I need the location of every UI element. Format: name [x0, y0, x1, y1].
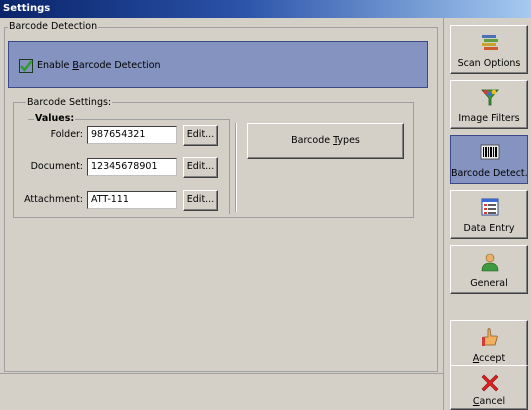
attachment-label: Attachment: — [24, 194, 83, 205]
barcode-types-button[interactable]: Barcode Types — [247, 123, 404, 159]
cancel-x-icon — [481, 374, 499, 392]
accept-button[interactable]: Accept — [450, 320, 528, 369]
barcode-settings-legend: Barcode Settings: — [26, 97, 113, 108]
sidebar-item-general[interactable]: General — [450, 245, 528, 294]
sidebar-item-image-filters[interactable]: Image Filters — [450, 80, 528, 129]
document-value-input[interactable]: 12345678901 — [87, 158, 177, 176]
attachment-edit-button[interactable]: Edit... — [183, 190, 218, 211]
bottom-divider — [0, 373, 443, 374]
enable-barcode-detection-option[interactable]: Enable Barcode Detection — [8, 41, 428, 88]
checkmark-icon[interactable] — [19, 59, 33, 73]
window-title: Settings — [3, 3, 51, 14]
cancel-button[interactable]: Cancel — [450, 365, 528, 410]
folder-value-input[interactable]: 987654321 — [87, 126, 177, 144]
attachment-value-input[interactable]: ATT-111 — [87, 191, 177, 209]
document-edit-button[interactable]: Edit... — [183, 157, 218, 178]
scan-options-icon — [482, 35, 498, 50]
sidebar-item-data-entry[interactable]: Data Entry — [450, 190, 528, 239]
data-entry-icon — [481, 198, 499, 216]
vertical-divider — [235, 123, 237, 212]
folder-edit-button[interactable]: Edit... — [183, 125, 218, 146]
general-user-icon — [481, 253, 499, 272]
image-filters-icon — [481, 89, 499, 106]
settings-main-pane: Barcode Detection Enable Barcode Detecti… — [0, 18, 443, 410]
values-legend: Values: — [34, 113, 76, 124]
barcode-detection-legend: Barcode Detection — [8, 21, 99, 32]
enable-barcode-detection-label: Enable Barcode Detection — [37, 60, 161, 71]
window-title-bar[interactable]: Settings — [0, 0, 531, 18]
sidebar-item-barcode-detect[interactable]: Barcode Detect. — [450, 135, 528, 184]
barcode-icon — [480, 144, 500, 160]
sidebar-item-scan-options[interactable]: Scan Options — [450, 25, 528, 74]
settings-sidebar: Scan Options Image Filters Barcode Detec… — [443, 18, 531, 410]
folder-label: Folder: — [50, 129, 83, 140]
accept-hand-icon — [482, 328, 498, 346]
document-label: Document: — [30, 161, 83, 172]
